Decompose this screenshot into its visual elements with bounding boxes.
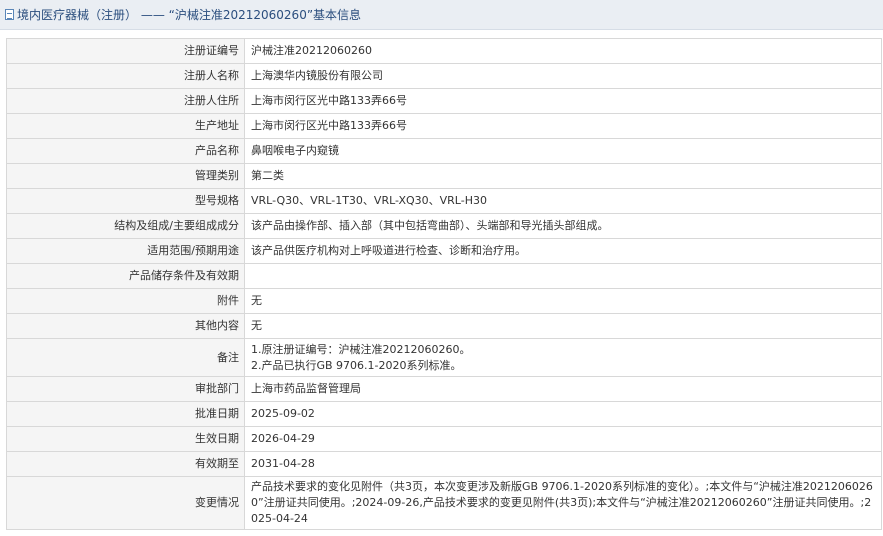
field-value bbox=[244, 263, 882, 289]
table-row: 结构及组成/主要组成成分 该产品由操作部、插入部（其中包括弯曲部）、头端部和导光… bbox=[6, 213, 882, 239]
page-title: 境内医疗器械（注册） —— “沪械注准20212060260”基本信息 bbox=[17, 8, 362, 22]
field-label: 型号规格 bbox=[6, 188, 245, 214]
field-value: 该产品由操作部、插入部（其中包括弯曲部）、头端部和导光插头部组成。 bbox=[244, 213, 882, 239]
table-row: 型号规格 VRL-Q30、VRL-1T30、VRL-XQ30、VRL-H30 bbox=[6, 188, 882, 214]
table-row: 注册人住所 上海市闵行区光中路133弄66号 bbox=[6, 88, 882, 114]
info-table-container: 注册证编号 沪械注准20212060260 注册人名称 上海澳华内镜股份有限公司… bbox=[6, 38, 882, 530]
field-label: 注册人住所 bbox=[6, 88, 245, 114]
info-table: 注册证编号 沪械注准20212060260 注册人名称 上海澳华内镜股份有限公司… bbox=[6, 38, 882, 530]
table-row: 其他内容 无 bbox=[6, 313, 882, 339]
field-value: 上海澳华内镜股份有限公司 bbox=[244, 63, 882, 89]
field-label: 批准日期 bbox=[6, 401, 245, 427]
field-value: 2031-04-28 bbox=[244, 451, 882, 477]
field-value: 无 bbox=[244, 288, 882, 314]
field-value: 上海市闵行区光中路133弄66号 bbox=[244, 88, 882, 114]
field-value: 1.原注册证编号：沪械注准20212060260。 2.产品已执行GB 9706… bbox=[244, 338, 882, 377]
field-value: 产品技术要求的变化见附件（共3页，本次变更涉及新版GB 9706.1-2020系… bbox=[244, 476, 882, 530]
table-row: 产品储存条件及有效期 bbox=[6, 263, 882, 289]
field-value: 沪械注准20212060260 bbox=[244, 38, 882, 64]
table-row: 适用范围/预期用途 该产品供医疗机构对上呼吸道进行检查、诊断和治疗用。 bbox=[6, 238, 882, 264]
remark-line: 1.原注册证编号：沪械注准20212060260。 bbox=[251, 342, 471, 356]
document-icon bbox=[5, 9, 14, 20]
field-label: 变更情况 bbox=[6, 476, 245, 530]
table-row: 生效日期 2026-04-29 bbox=[6, 426, 882, 452]
field-label: 其他内容 bbox=[6, 313, 245, 339]
field-label: 审批部门 bbox=[6, 376, 245, 402]
field-value: 鼻咽喉电子内窥镜 bbox=[244, 138, 882, 164]
field-value: 第二类 bbox=[244, 163, 882, 189]
field-label: 注册人名称 bbox=[6, 63, 245, 89]
field-label: 备注 bbox=[6, 338, 245, 377]
page-header: 境内医疗器械（注册） —— “沪械注准20212060260”基本信息 bbox=[0, 0, 883, 30]
table-row: 附件 无 bbox=[6, 288, 882, 314]
field-value: 2025-09-02 bbox=[244, 401, 882, 427]
field-label: 生效日期 bbox=[6, 426, 245, 452]
table-row: 有效期至 2031-04-28 bbox=[6, 451, 882, 477]
field-label: 注册证编号 bbox=[6, 38, 245, 64]
table-row: 产品名称 鼻咽喉电子内窥镜 bbox=[6, 138, 882, 164]
table-row: 审批部门 上海市药品监督管理局 bbox=[6, 376, 882, 402]
table-row: 管理类别 第二类 bbox=[6, 163, 882, 189]
field-label: 管理类别 bbox=[6, 163, 245, 189]
table-row: 注册人名称 上海澳华内镜股份有限公司 bbox=[6, 63, 882, 89]
field-label: 结构及组成/主要组成成分 bbox=[6, 213, 245, 239]
remark-line: 2.产品已执行GB 9706.1-2020系列标准。 bbox=[251, 358, 462, 372]
field-value: VRL-Q30、VRL-1T30、VRL-XQ30、VRL-H30 bbox=[244, 188, 882, 214]
field-value: 2026-04-29 bbox=[244, 426, 882, 452]
field-label: 产品名称 bbox=[6, 138, 245, 164]
field-value: 无 bbox=[244, 313, 882, 339]
field-value: 上海市药品监督管理局 bbox=[244, 376, 882, 402]
field-label: 有效期至 bbox=[6, 451, 245, 477]
table-row: 变更情况 产品技术要求的变化见附件（共3页，本次变更涉及新版GB 9706.1-… bbox=[6, 476, 882, 530]
table-row: 生产地址 上海市闵行区光中路133弄66号 bbox=[6, 113, 882, 139]
field-label: 生产地址 bbox=[6, 113, 245, 139]
field-label: 产品储存条件及有效期 bbox=[6, 263, 245, 289]
table-row: 批准日期 2025-09-02 bbox=[6, 401, 882, 427]
field-value: 上海市闵行区光中路133弄66号 bbox=[244, 113, 882, 139]
field-label: 适用范围/预期用途 bbox=[6, 238, 245, 264]
field-value: 该产品供医疗机构对上呼吸道进行检查、诊断和治疗用。 bbox=[244, 238, 882, 264]
field-label: 附件 bbox=[6, 288, 245, 314]
table-row: 注册证编号 沪械注准20212060260 bbox=[6, 38, 882, 64]
table-row: 备注 1.原注册证编号：沪械注准20212060260。 2.产品已执行GB 9… bbox=[6, 338, 882, 377]
